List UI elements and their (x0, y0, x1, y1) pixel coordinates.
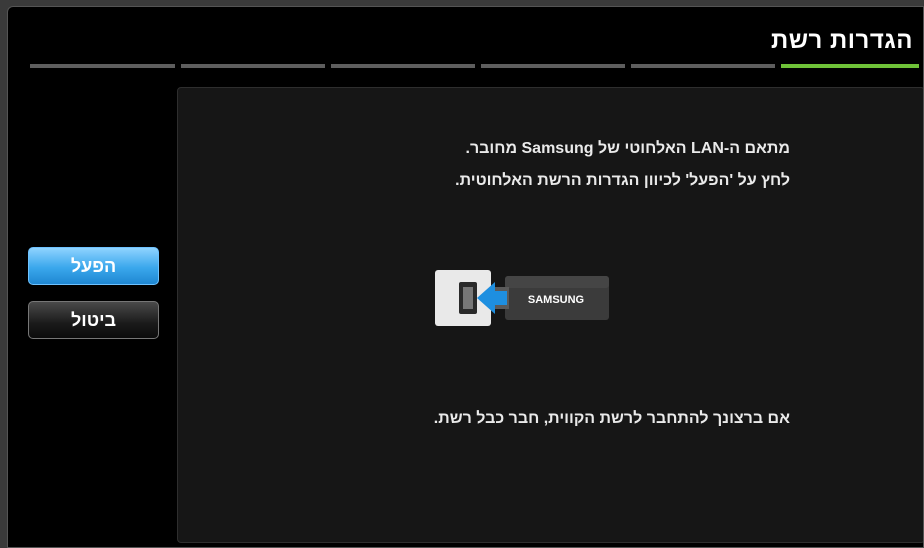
cancel-button[interactable]: ביטול (28, 301, 159, 339)
content-panel: מתאם ה-LAN האלחוטי של Samsung מחובר. לחץ… (177, 87, 923, 543)
step-segment-3 (481, 64, 625, 68)
step-segment-4 (331, 64, 475, 68)
start-button[interactable]: הפעל (28, 247, 159, 285)
dongle-highlight (505, 276, 609, 288)
usb-port-inner (463, 287, 473, 309)
step-segment-2 (631, 64, 775, 68)
dongle-brand-label: SAMSUNG (528, 294, 584, 306)
step-progress-bar (30, 64, 919, 70)
step-segment-5 (181, 64, 325, 68)
adapter-connected-message: מתאם ה-LAN האלחוטי של Samsung מחובר. (465, 140, 791, 157)
wired-network-message: אם ברצונך להתחבר לרשת הקווית, חבר כבל רש… (433, 410, 790, 427)
step-segment-1-current (781, 64, 919, 68)
page-title: הגדרות רשת (770, 27, 913, 54)
network-settings-window: הגדרות רשת הפעל ביטול מתאם ה-LAN האלחוטי… (7, 6, 924, 548)
step-segment-6 (30, 64, 175, 68)
instruction-message: לחץ על 'הפעל' לכיוון הגדרות הרשת האלחוטי… (455, 172, 790, 189)
usb-wireless-adapter-icon: SAMSUNG (435, 270, 609, 326)
